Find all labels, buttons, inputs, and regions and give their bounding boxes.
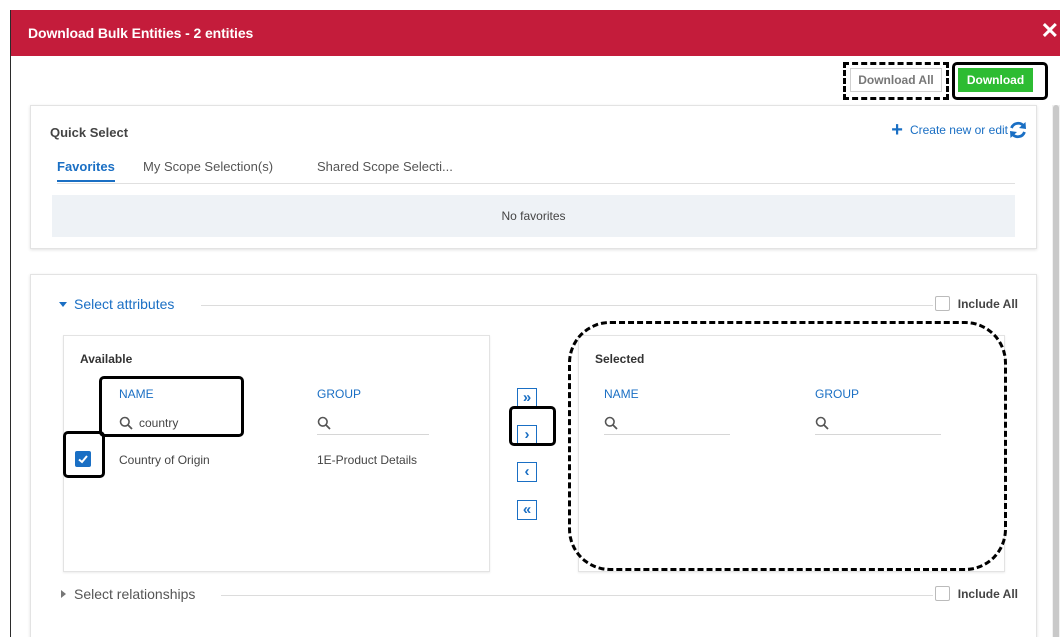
section-divider: [221, 595, 933, 596]
selected-panel: Selected NAME GROUP: [578, 335, 1005, 572]
vertical-scrollbar[interactable]: [1052, 105, 1060, 637]
download-all-button[interactable]: Download All: [850, 68, 942, 92]
search-icon: [317, 416, 331, 430]
selected-name-search[interactable]: [604, 412, 730, 435]
no-favorites-message: No favorites: [52, 195, 1015, 237]
search-icon: [119, 416, 133, 430]
quick-select-title: Quick Select: [50, 125, 129, 140]
include-all-relationships-label: Include All: [957, 586, 1018, 601]
selected-group-header[interactable]: GROUP: [815, 387, 859, 401]
select-relationships-header: Select relationships Include All: [58, 586, 1018, 606]
select-attributes-header: Select attributes Include All: [58, 296, 1018, 316]
dialog-title: Download Bulk Entities - 2 entities: [28, 25, 254, 41]
attributes-card: Select attributes Include All Available …: [30, 274, 1037, 637]
search-icon: [815, 416, 829, 430]
include-all-attributes[interactable]: Include All: [934, 296, 1018, 311]
available-panel: Available NAME GROUP country Country of …: [63, 335, 490, 572]
section-divider: [201, 305, 933, 306]
move-all-right-button[interactable]: »: [517, 388, 537, 408]
tab-favorites[interactable]: Favorites: [57, 159, 115, 182]
no-favorites-text: No favorites: [501, 209, 566, 223]
available-group-header[interactable]: GROUP: [317, 387, 361, 401]
selected-title: Selected: [595, 352, 645, 366]
close-icon[interactable]: ✕: [1041, 20, 1059, 42]
include-all-relationships-checkbox[interactable]: [934, 586, 950, 601]
move-all-left-button[interactable]: «: [517, 500, 537, 520]
available-name-search[interactable]: country: [119, 412, 239, 435]
search-icon: [604, 416, 618, 430]
available-row-name[interactable]: Country of Origin: [119, 453, 210, 467]
select-attributes-label: Select attributes: [74, 296, 175, 312]
available-row-group[interactable]: 1E-Product Details: [317, 453, 417, 467]
include-all-attributes-checkbox[interactable]: [934, 296, 950, 311]
row-checkbox-checked[interactable]: [75, 451, 91, 467]
available-name-header[interactable]: NAME: [119, 387, 154, 401]
quick-select-card: Quick Select + Create new or edit Favori…: [30, 105, 1037, 249]
download-button[interactable]: Download: [958, 68, 1033, 92]
available-group-search[interactable]: [317, 412, 429, 435]
select-relationships-label: Select relationships: [74, 586, 196, 602]
available-title: Available: [80, 352, 133, 366]
download-bulk-entities-dialog: Download Bulk Entities - 2 entities ✕ Do…: [10, 10, 1060, 637]
create-new-or-edit-link[interactable]: + Create new or edit: [891, 119, 1008, 141]
selected-group-search[interactable]: [815, 412, 941, 435]
move-right-button[interactable]: ›: [517, 425, 537, 445]
dialog-title-bar: Download Bulk Entities - 2 entities ✕: [11, 10, 1060, 56]
caret-down-icon: [59, 302, 67, 307]
include-all-attributes-label: Include All: [957, 296, 1018, 311]
tab-my-scope-selections[interactable]: My Scope Selection(s): [143, 159, 273, 180]
caret-right-icon: [61, 590, 66, 598]
select-attributes-toggle[interactable]: Select attributes: [58, 296, 174, 312]
plus-icon: +: [891, 119, 903, 141]
create-new-or-edit-label: Create new or edit: [909, 123, 1008, 137]
available-name-search-value: country: [139, 416, 179, 430]
selected-name-header[interactable]: NAME: [604, 387, 639, 401]
include-all-relationships[interactable]: Include All: [934, 586, 1018, 601]
quick-select-tabs: Favorites My Scope Selection(s) Shared S…: [57, 159, 1015, 184]
move-left-button[interactable]: ‹: [517, 462, 537, 482]
checkmark-icon: [78, 455, 88, 464]
tab-shared-scope-selections[interactable]: Shared Scope Selecti...: [317, 159, 453, 180]
refresh-icon[interactable]: [1008, 120, 1028, 140]
select-relationships-toggle[interactable]: Select relationships: [58, 586, 195, 602]
scrollbar-thumb[interactable]: [1053, 105, 1059, 637]
